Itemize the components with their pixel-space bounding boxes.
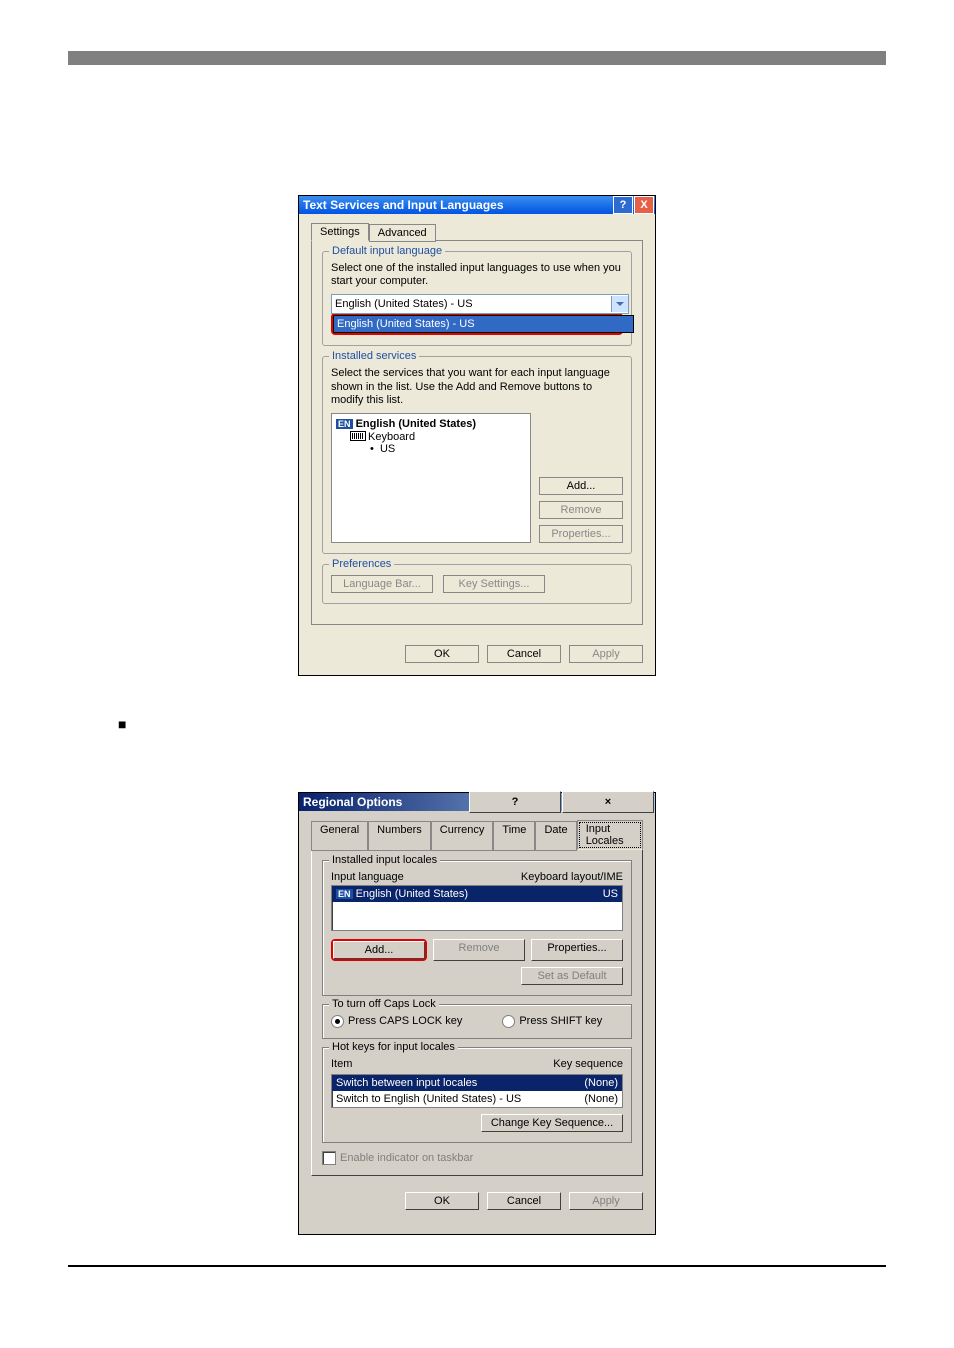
caps-lock-group: To turn off Caps Lock Press CAPS LOCK ke…	[322, 1004, 632, 1039]
list-item[interactable]: Switch between input locales (None)	[332, 1075, 622, 1091]
checkbox-icon	[322, 1151, 336, 1165]
hotkeys-list[interactable]: Switch between input locales (None) Swit…	[331, 1074, 623, 1108]
cancel-button[interactable]: Cancel	[487, 645, 561, 663]
col-keyboard-layout: Keyboard layout/IME	[521, 871, 623, 883]
text-services-dialog: Text Services and Input Languages ? X Se…	[298, 195, 656, 676]
keyboard-layout-value: US	[603, 888, 618, 900]
help-button[interactable]: ?	[469, 791, 561, 813]
help-button[interactable]: ?	[613, 196, 633, 214]
group-legend: Preferences	[329, 558, 394, 570]
add-button[interactable]: Add...	[333, 941, 425, 959]
highlight-annotation: Add...	[331, 939, 427, 961]
dialog-title: Text Services and Input Languages	[299, 198, 613, 212]
language-bar-button[interactable]: Language Bar...	[331, 575, 433, 593]
preferences-group: Preferences Language Bar... Key Settings…	[322, 564, 632, 604]
col-key-sequence: Key sequence	[553, 1058, 623, 1070]
default-lang-desc: Select one of the installed input langua…	[331, 262, 623, 288]
hotkey-sequence: (None)	[584, 1077, 618, 1089]
remove-button[interactable]: Remove	[433, 939, 525, 961]
dialog-title: Regional Options	[299, 795, 469, 809]
group-legend: Installed input locales	[329, 854, 440, 866]
regional-options-dialog: Regional Options ? × General Numbers Cur…	[298, 792, 656, 1235]
radio-icon	[331, 1015, 344, 1028]
radio-icon	[502, 1015, 515, 1028]
col-input-language: Input language	[331, 871, 404, 883]
ok-button[interactable]: OK	[405, 645, 479, 663]
titlebar[interactable]: Regional Options ? ×	[299, 793, 655, 811]
radio-caps-lock[interactable]: Press CAPS LOCK key	[331, 1015, 462, 1028]
add-button[interactable]: Add...	[539, 477, 623, 495]
tab-date[interactable]: Date	[535, 821, 576, 851]
keyboard-label: Keyboard	[368, 431, 415, 443]
services-list[interactable]: EN English (United States) Keyboard • US	[331, 413, 531, 543]
hotkey-item: Switch to English (United States) - US	[336, 1093, 521, 1105]
language-badge: EN	[336, 419, 353, 429]
tab-currency[interactable]: Currency	[431, 821, 494, 851]
highlight-annotation: English (United States) - US	[331, 313, 623, 335]
tab-settings[interactable]: Settings	[311, 223, 369, 241]
input-locales-list[interactable]: EN English (United States) US	[331, 885, 623, 931]
layout-name: US	[380, 443, 395, 455]
cancel-button[interactable]: Cancel	[487, 1192, 561, 1210]
apply-button[interactable]: Apply	[569, 1192, 643, 1210]
tab-general[interactable]: General	[311, 821, 368, 851]
group-legend: Installed services	[329, 350, 419, 362]
set-default-button[interactable]: Set as Default	[521, 967, 623, 985]
installed-services-group: Installed services Select the services t…	[322, 356, 632, 554]
language-name: English (United States)	[356, 418, 476, 430]
hotkeys-group: Hot keys for input locales Item Key sequ…	[322, 1047, 632, 1143]
keyboard-icon	[350, 431, 366, 441]
change-key-sequence-button[interactable]: Change Key Sequence...	[481, 1114, 623, 1132]
close-button[interactable]: ×	[562, 791, 654, 813]
apply-button[interactable]: Apply	[569, 645, 643, 663]
tab-strip: General Numbers Currency Time Date Input…	[311, 819, 643, 849]
tab-panel: Default input language Select one of the…	[311, 240, 643, 625]
dialog-footer: OK Cancel Apply	[299, 637, 655, 675]
tab-advanced[interactable]: Advanced	[369, 224, 436, 242]
key-settings-button[interactable]: Key Settings...	[443, 575, 545, 593]
properties-button[interactable]: Properties...	[539, 525, 623, 543]
installed-desc: Select the services that you want for ea…	[331, 367, 623, 407]
enable-indicator-checkbox[interactable]: Enable indicator on taskbar	[322, 1151, 632, 1165]
language-badge: EN	[336, 889, 353, 899]
titlebar[interactable]: Text Services and Input Languages ? X	[299, 196, 655, 214]
tab-input-locales[interactable]: Input Locales	[577, 820, 643, 850]
page-top-separator	[68, 51, 886, 65]
tab-strip: Settings Advanced	[311, 222, 643, 240]
chevron-down-icon[interactable]	[611, 296, 628, 312]
default-language-combo[interactable]: English (United States) - US	[331, 294, 629, 314]
radio-shift[interactable]: Press SHIFT key	[502, 1015, 602, 1028]
group-legend: Hot keys for input locales	[329, 1041, 458, 1053]
bullet-separator: ■	[118, 716, 886, 732]
default-input-language-group: Default input language Select one of the…	[322, 251, 632, 346]
tab-numbers[interactable]: Numbers	[368, 821, 431, 851]
tab-panel: Installed input locales Input language K…	[311, 849, 643, 1176]
tab-time[interactable]: Time	[493, 821, 535, 851]
installed-input-locales-group: Installed input locales Input language K…	[322, 860, 632, 996]
list-item[interactable]: Switch to English (United States) - US (…	[332, 1091, 622, 1107]
combo-value: English (United States) - US	[332, 298, 611, 310]
close-button[interactable]: X	[634, 196, 654, 214]
language-name: English (United States)	[356, 888, 469, 900]
dropdown-option[interactable]: English (United States) - US	[333, 315, 634, 333]
group-legend: Default input language	[329, 245, 445, 257]
remove-button[interactable]: Remove	[539, 501, 623, 519]
col-item: Item	[331, 1058, 352, 1070]
group-legend: To turn off Caps Lock	[329, 998, 439, 1010]
list-item[interactable]: EN English (United States) US	[332, 886, 622, 902]
properties-button[interactable]: Properties...	[531, 939, 623, 961]
page-bottom-separator	[68, 1265, 886, 1267]
hotkey-sequence: (None)	[584, 1093, 618, 1105]
ok-button[interactable]: OK	[405, 1192, 479, 1210]
hotkey-item: Switch between input locales	[336, 1077, 477, 1089]
dialog-footer: OK Cancel Apply	[311, 1184, 643, 1222]
